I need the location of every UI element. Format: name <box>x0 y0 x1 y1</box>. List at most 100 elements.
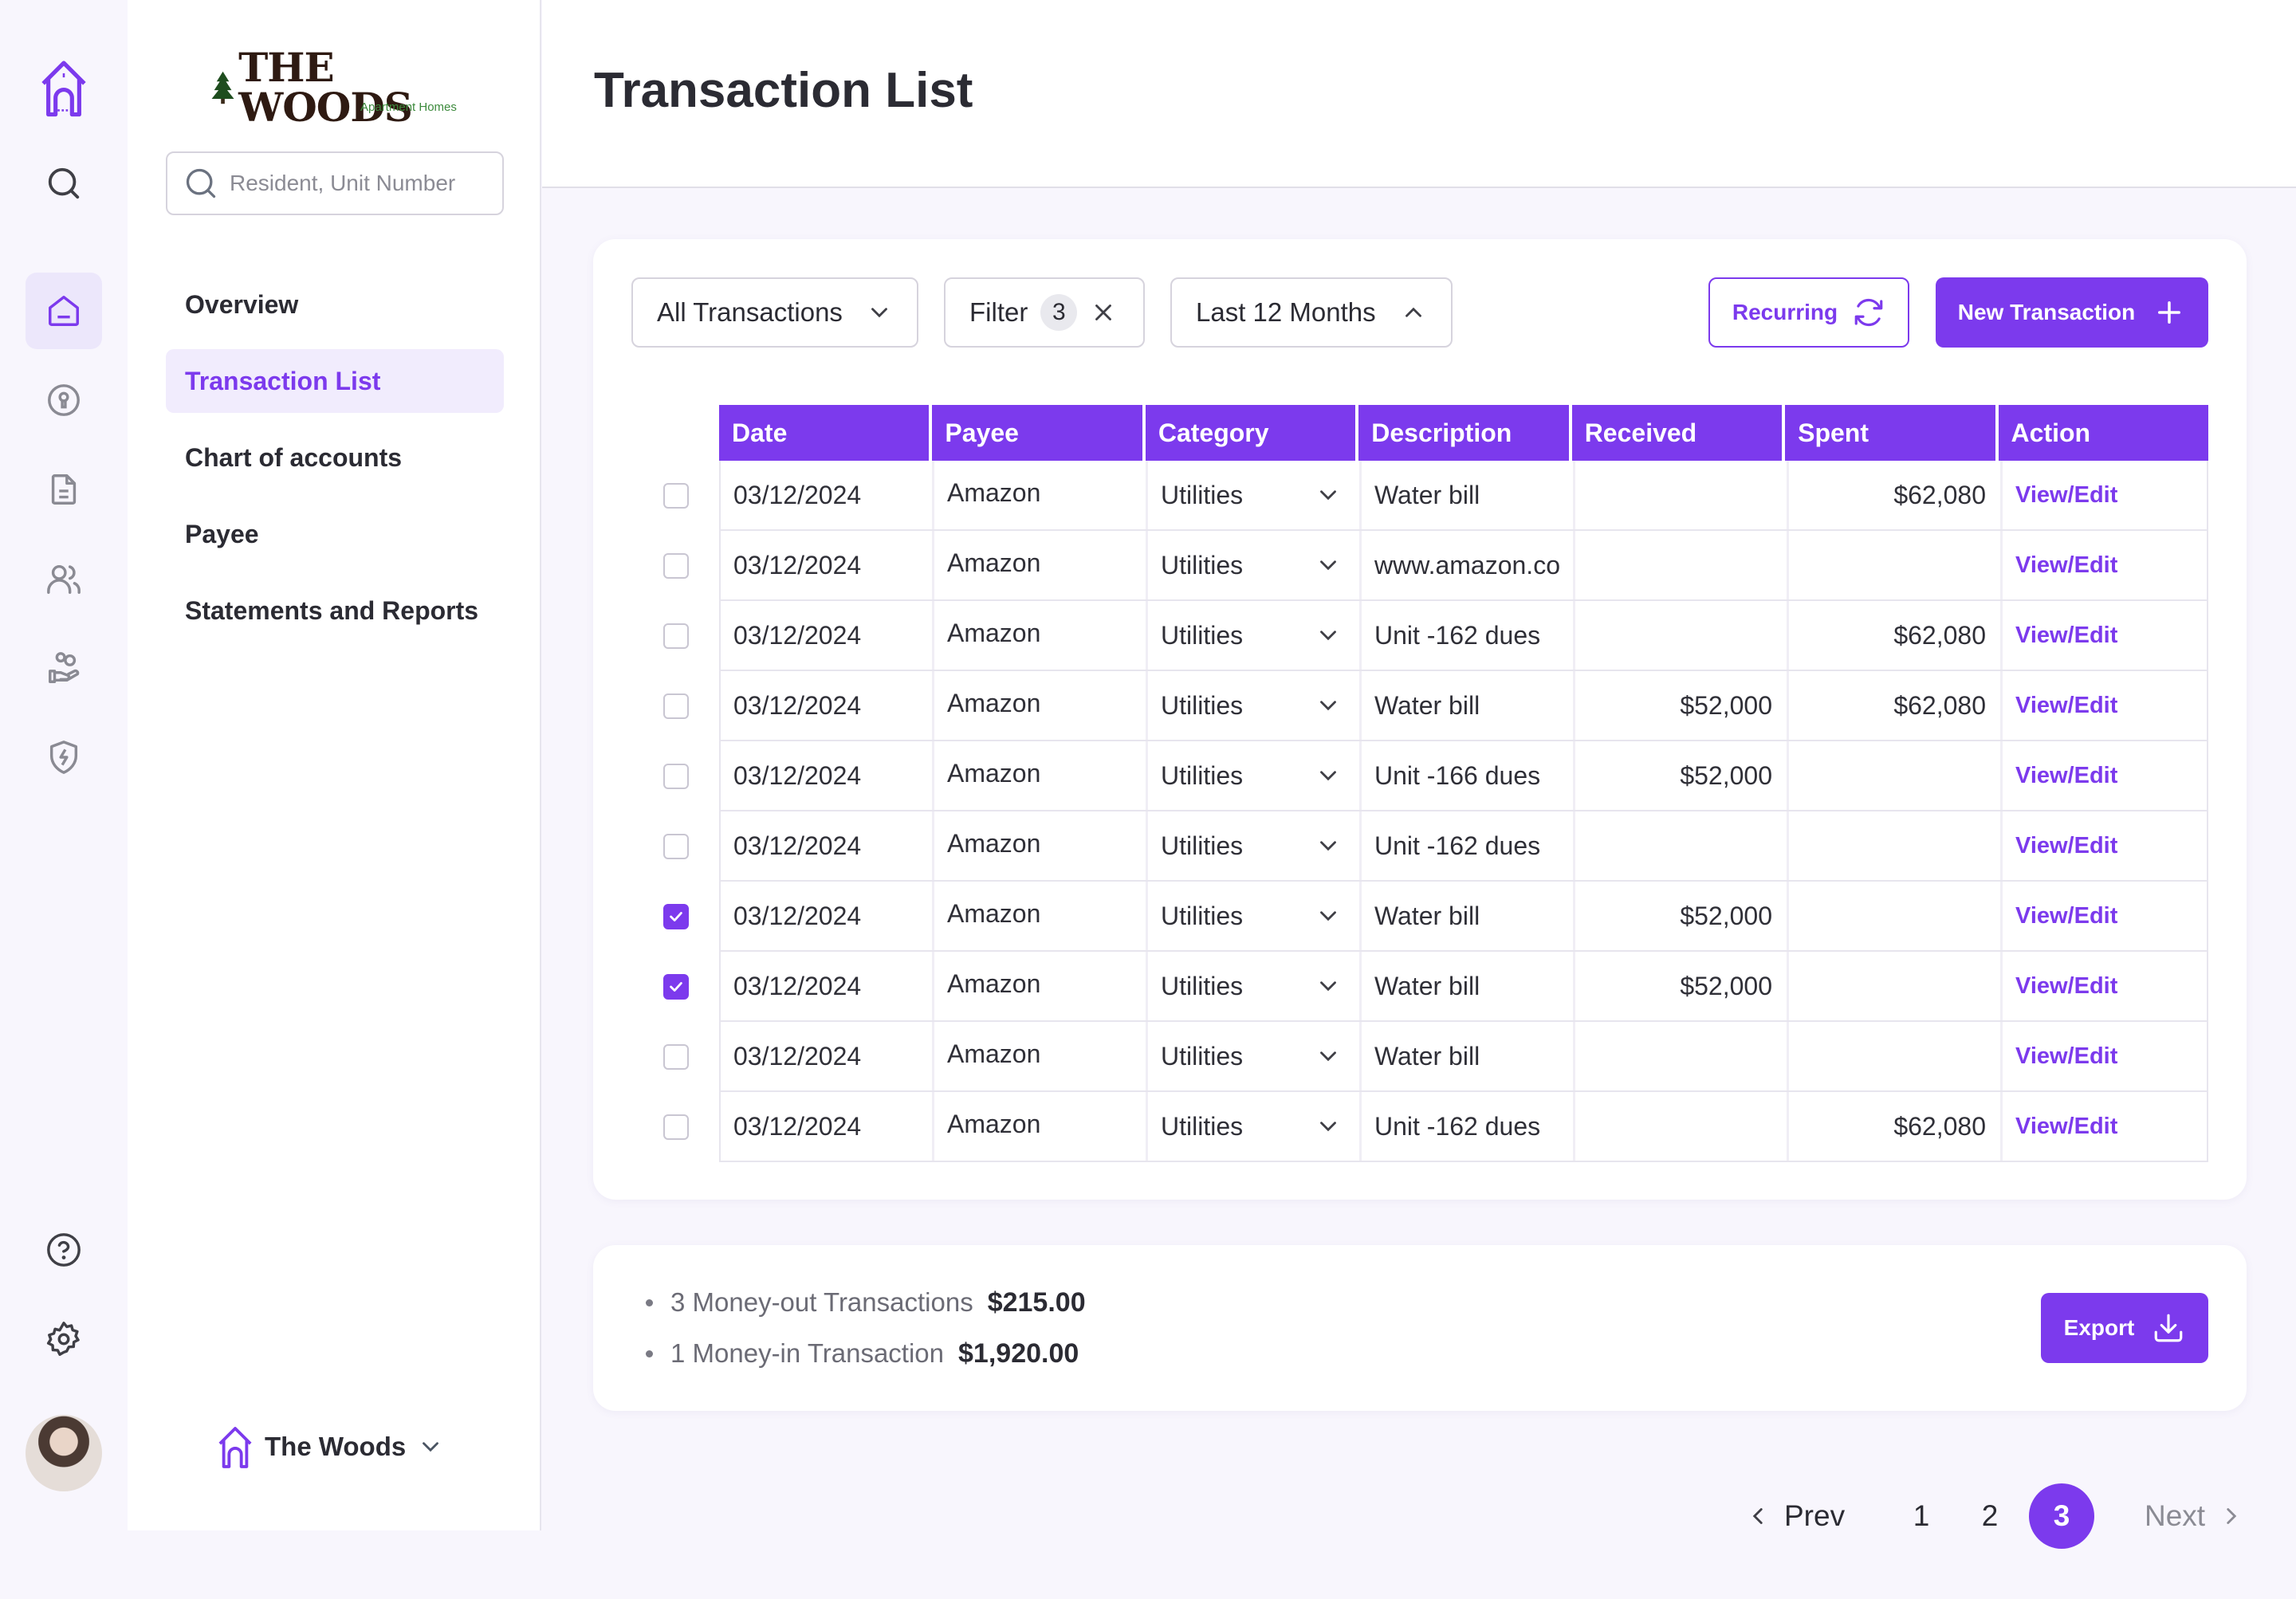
avatar[interactable] <box>26 1415 102 1491</box>
row-checkbox[interactable] <box>663 904 689 929</box>
property-house-icon <box>218 1427 252 1468</box>
search-icon[interactable] <box>26 145 102 222</box>
document-icon[interactable] <box>26 451 102 528</box>
category-value: Utilities <box>1161 620 1244 650</box>
row-checkbox[interactable] <box>663 553 689 579</box>
check-icon <box>670 982 682 992</box>
check-icon <box>670 912 682 921</box>
column-header-description[interactable]: Description <box>1358 405 1569 461</box>
view-edit-link[interactable]: View/Edit <box>2015 833 2117 859</box>
row-checkbox[interactable] <box>663 764 689 789</box>
category-value: Utilities <box>1161 760 1244 790</box>
view-edit-link[interactable]: View/Edit <box>2015 903 2117 929</box>
received-cell <box>1575 601 1789 670</box>
column-header-category[interactable]: Category <box>1145 405 1356 461</box>
chevron-down-icon <box>1320 631 1336 641</box>
view-edit-link[interactable]: View/Edit <box>2015 1114 2117 1140</box>
table-row: 03/12/2024 Amazon Utilities www.amazon.co Vi… <box>663 531 2207 601</box>
row-checkbox[interactable] <box>663 483 689 509</box>
payee-cell: Amazon <box>934 1092 1148 1161</box>
page-2-button[interactable]: 2 <box>1974 1483 2006 1549</box>
category-select[interactable]: Utilities <box>1148 531 1362 599</box>
nav-item-overview[interactable]: Overview <box>166 273 504 336</box>
description-cell: www.amazon.co <box>1362 531 1575 599</box>
nav-item-statements-reports[interactable]: Statements and Reports <box>166 579 504 642</box>
view-edit-link[interactable]: View/Edit <box>2015 693 2117 719</box>
category-value: Utilities <box>1161 901 1244 930</box>
view-edit-link[interactable]: View/Edit <box>2015 763 2117 789</box>
category-select[interactable]: Utilities <box>1148 671 1362 740</box>
date-cell: 03/12/2024 <box>721 882 934 950</box>
search-box[interactable] <box>166 151 504 215</box>
payee-cell: Amazon <box>934 601 1148 670</box>
settings-icon[interactable] <box>26 1301 102 1377</box>
date-cell: 03/12/2024 <box>721 952 934 1020</box>
date-cell: 03/12/2024 <box>721 531 934 599</box>
view-edit-link[interactable]: View/Edit <box>2015 623 2117 649</box>
export-button[interactable]: Export <box>2041 1293 2208 1363</box>
received-cell: $52,000 <box>1575 882 1789 950</box>
hand-coins-icon[interactable] <box>26 630 102 706</box>
date-cell: 03/12/2024 <box>721 461 934 529</box>
page-3-button[interactable]: 3 <box>2029 1483 2094 1549</box>
home-icon[interactable] <box>26 273 102 349</box>
column-header-action[interactable]: Action <box>1998 405 2208 461</box>
transaction-type-select[interactable]: All Transactions <box>631 277 918 348</box>
row-checkbox[interactable] <box>663 834 689 859</box>
date-cell: 03/12/2024 <box>721 1092 934 1161</box>
category-select[interactable]: Utilities <box>1148 1092 1362 1161</box>
row-checkbox[interactable] <box>663 623 689 649</box>
category-select[interactable]: Utilities <box>1148 461 1362 529</box>
spent-cell: $62,080 <box>1789 601 2003 670</box>
close-icon[interactable] <box>1090 299 1117 326</box>
filter-button[interactable]: Filter 3 <box>944 277 1145 348</box>
payee-cell: Amazon <box>934 882 1148 950</box>
row-checkbox[interactable] <box>663 974 689 1000</box>
column-header-payee[interactable]: Payee <box>932 405 1142 461</box>
new-transaction-button[interactable]: New Transaction <box>1936 277 2208 348</box>
row-checkbox[interactable] <box>663 1044 689 1070</box>
column-header-date[interactable]: Date <box>719 405 930 461</box>
view-edit-link[interactable]: View/Edit <box>2015 482 2117 509</box>
view-edit-cell: View/Edit <box>2003 741 2207 810</box>
export-label: Export <box>2063 1315 2135 1340</box>
payee-cell: Amazon <box>934 531 1148 599</box>
page-header: Transaction List <box>542 0 2296 188</box>
view-edit-link[interactable]: View/Edit <box>2015 1043 2117 1070</box>
row-checkbox[interactable] <box>663 1114 689 1140</box>
column-header-spent[interactable]: Spent <box>1785 405 1995 461</box>
help-icon[interactable] <box>26 1212 102 1288</box>
page-title: Transaction List <box>594 63 973 118</box>
home-logo-icon[interactable] <box>26 49 102 126</box>
view-edit-cell: View/Edit <box>2003 882 2207 950</box>
money-in-summary: 1 Money-in Transaction $1,920.00 <box>646 1334 1079 1373</box>
category-select[interactable]: Utilities <box>1148 1022 1362 1090</box>
recurring-button[interactable]: Recurring <box>1708 277 1909 348</box>
category-select[interactable]: Utilities <box>1148 811 1362 880</box>
date-range-select[interactable]: Last 12 Months <box>1170 277 1453 348</box>
chevron-down-icon <box>423 1442 439 1452</box>
category-select[interactable]: Utilities <box>1148 882 1362 950</box>
row-checkbox[interactable] <box>663 693 689 719</box>
table-row: 03/12/2024 Amazon Utilities Water bill $52,0… <box>663 671 2207 741</box>
view-edit-link[interactable]: View/Edit <box>2015 552 2117 579</box>
brand-logo[interactable]: THE WOODS Apartment Homes <box>210 48 458 128</box>
view-edit-link[interactable]: View/Edit <box>2015 973 2117 1000</box>
category-select[interactable]: Utilities <box>1148 601 1362 670</box>
property-switcher[interactable]: The Woods <box>217 1419 444 1475</box>
category-select[interactable]: Utilities <box>1148 952 1362 1020</box>
search-input[interactable] <box>230 171 485 196</box>
column-header-received[interactable]: Received <box>1571 405 1783 461</box>
prev-page-button[interactable]: Prev <box>1744 1483 1845 1549</box>
keyhole-icon[interactable] <box>26 362 102 438</box>
nav-item-payee[interactable]: Payee <box>166 502 504 566</box>
next-page-button[interactable]: Next <box>2145 1483 2245 1549</box>
nav-item-chart-of-accounts[interactable]: Chart of accounts <box>166 426 504 489</box>
page-1-button[interactable]: 1 <box>1905 1483 1937 1549</box>
category-select[interactable]: Utilities <box>1148 741 1362 810</box>
nav-item-transaction-list[interactable]: Transaction List <box>166 349 504 413</box>
users-icon[interactable] <box>26 540 102 617</box>
description-cell: Unit -162 dues <box>1362 601 1575 670</box>
shield-bolt-icon[interactable] <box>26 719 102 796</box>
received-cell <box>1575 811 1789 880</box>
